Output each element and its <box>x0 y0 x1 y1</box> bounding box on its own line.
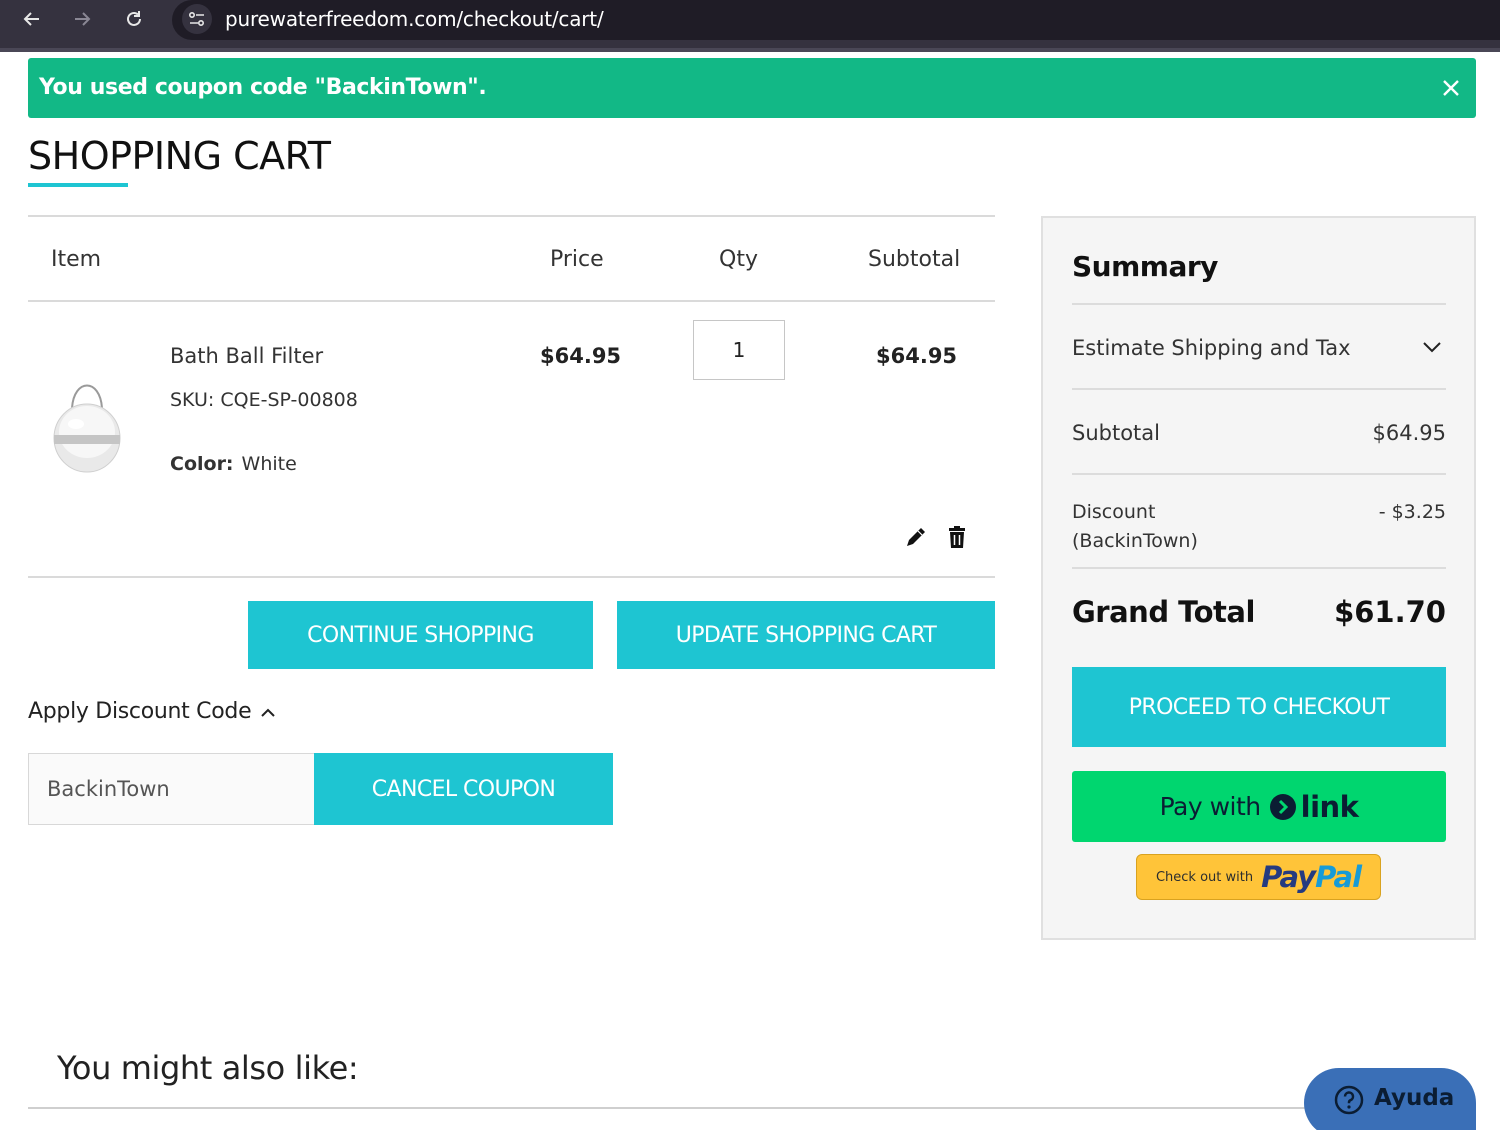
header-price: Price <box>550 247 604 272</box>
edit-pencil-icon[interactable] <box>903 524 929 550</box>
product-sku: SKU: CQE-SP-00808 <box>170 389 358 411</box>
help-question-icon <box>1334 1085 1364 1120</box>
trash-icon[interactable] <box>944 524 970 550</box>
discount-label: Discount <box>1072 501 1156 523</box>
help-label: Ayuda <box>1374 1085 1455 1111</box>
divider <box>1072 567 1446 569</box>
item-price: $64.95 <box>540 344 622 368</box>
paypal-small-text: Check out with <box>1155 869 1254 885</box>
divider <box>1072 303 1446 305</box>
title-underline <box>28 183 128 187</box>
summary-title: Summary <box>1072 250 1218 283</box>
subtotal-value: $64.95 <box>1372 421 1446 445</box>
header-qty: Qty <box>719 247 758 272</box>
site-info-icon[interactable] <box>182 4 212 34</box>
header-subtotal: Subtotal <box>868 247 961 272</box>
coupon-code-input[interactable] <box>28 753 316 825</box>
coupon-success-notice: You used coupon code "BackinTown". <box>28 58 1476 118</box>
cancel-coupon-button[interactable]: CANCEL COUPON <box>314 753 613 825</box>
discount-code: (BackinTown) <box>1072 530 1198 552</box>
back-arrow-icon[interactable] <box>16 4 48 34</box>
subtotal-label: Subtotal <box>1072 421 1160 445</box>
chevron-down-icon[interactable] <box>1420 336 1444 358</box>
forward-arrow-icon[interactable] <box>66 4 98 34</box>
divider <box>28 576 995 578</box>
you-might-also-like-heading: You might also like: <box>57 1049 359 1087</box>
header-item: Item <box>51 247 102 272</box>
color-label: Color: <box>170 453 234 475</box>
help-button[interactable]: Ayuda <box>1304 1068 1476 1130</box>
notice-message: You used coupon code "BackinTown". <box>39 75 487 100</box>
paypal-logo-pal: Pal <box>1315 860 1362 894</box>
product-name[interactable]: Bath Ball Filter <box>170 344 323 368</box>
grand-total-label: Grand Total <box>1072 595 1255 629</box>
page-title: SHOPPING CART <box>28 134 331 178</box>
paypal-logo-pay: Pay <box>1261 860 1316 894</box>
link-logo-icon <box>1269 793 1297 821</box>
chevron-up-icon[interactable] <box>258 703 278 723</box>
color-value: White <box>241 453 297 475</box>
divider <box>1072 473 1446 475</box>
reload-icon[interactable] <box>118 4 150 34</box>
product-color: Color: White <box>170 453 297 475</box>
pay-with-link-button[interactable]: Pay with link <box>1072 771 1446 842</box>
link-pay-label: Pay with <box>1159 792 1262 821</box>
item-subtotal: $64.95 <box>876 344 958 368</box>
link-word: link <box>1300 789 1359 824</box>
proceed-to-checkout-button[interactable]: PROCEED TO CHECKOUT <box>1072 667 1446 747</box>
continue-shopping-button[interactable]: CONTINUE SHOPPING <box>248 601 593 669</box>
divider <box>28 300 995 302</box>
discount-toggle[interactable]: Apply Discount Code <box>28 699 252 724</box>
quantity-input[interactable] <box>693 320 785 380</box>
url-text[interactable]: purewaterfreedom.com/checkout/cart/ <box>225 7 604 31</box>
paypal-checkout-button[interactable]: Check out with Pay Pal <box>1136 854 1381 900</box>
grand-total-value: $61.70 <box>1334 595 1446 629</box>
discount-value: - $3.25 <box>1378 501 1446 523</box>
browser-toolbar: purewaterfreedom.com/checkout/cart/ <box>0 0 1500 52</box>
product-image[interactable] <box>50 372 124 476</box>
divider <box>28 1107 1476 1109</box>
divider <box>28 215 995 217</box>
close-icon[interactable] <box>1440 77 1462 99</box>
divider <box>1072 388 1446 390</box>
update-cart-button[interactable]: UPDATE SHOPPING CART <box>617 601 995 669</box>
estimate-shipping-toggle[interactable]: Estimate Shipping and Tax <box>1072 336 1351 360</box>
